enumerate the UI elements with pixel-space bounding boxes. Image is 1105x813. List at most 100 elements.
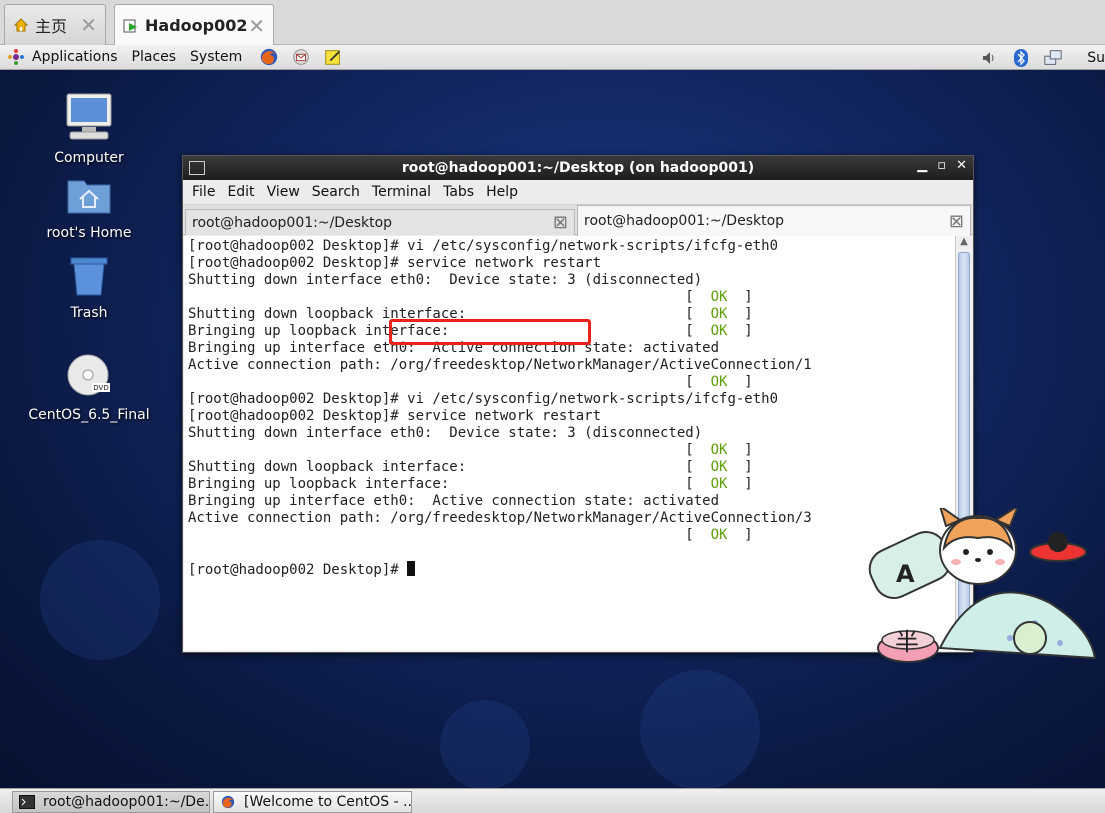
terminal-line: Bringing up interface eth0: Active conne…: [188, 493, 956, 510]
top-panel: Applications Places System Su: [0, 45, 1105, 70]
terminal-icon: [189, 161, 205, 175]
desktop-icon-label: Trash: [70, 305, 108, 321]
panel-clock[interactable]: Su: [1087, 50, 1105, 66]
menu-file[interactable]: File: [186, 184, 221, 200]
shiba-sticker: 半 A: [868, 508, 1097, 663]
terminal-line-text: Shutting down loopback interface: [: [188, 459, 711, 475]
terminal-line: [root@hadoop002 Desktop]# service networ…: [188, 255, 956, 272]
window-title: root@hadoop001:~/Desktop (on hadoop001): [401, 160, 755, 176]
dvd-badge: DVD: [93, 384, 108, 392]
terminal-line-text: [: [188, 374, 711, 390]
terminal-window[interactable]: root@hadoop001:~/Desktop (on hadoop001) …: [182, 155, 974, 653]
menu-places[interactable]: Places: [125, 49, 184, 65]
terminal-line-text: Bringing up loopback interface: [: [188, 476, 711, 492]
terminal-line-text: Active connection path: /org/freedesktop…: [188, 510, 812, 526]
taskbar-terminal[interactable]: root@hadoop001:~/De...: [12, 791, 210, 813]
desktop-icon-trash[interactable]: Trash: [19, 255, 159, 321]
terminal-line-text: [: [188, 289, 711, 305]
maximize-icon[interactable]: ▫: [937, 158, 946, 173]
terminal-line: Active connection path: /org/freedesktop…: [188, 510, 956, 527]
terminal-line-text: [: [188, 442, 711, 458]
vm-tab-bar: 主页 ✕ Hadoop002 ✕: [0, 0, 1105, 46]
bowl-char: 半: [895, 628, 919, 656]
vm-tab-hadoop002[interactable]: Hadoop002 ✕: [114, 4, 274, 46]
status-bracket: ]: [727, 374, 753, 390]
desktop-icon-dvd[interactable]: DVD CentOS_6.5_Final: [19, 353, 159, 423]
taskbar-firefox-label: [Welcome to CentOS - ...: [244, 794, 412, 810]
computer-icon: [66, 93, 112, 140]
terminal-line: [ OK ]: [188, 527, 956, 544]
status-ok: OK: [710, 306, 728, 322]
terminal-tab-2[interactable]: root@hadoop001:~/Desktop ⊠: [577, 205, 971, 236]
sticker-letter: A: [896, 560, 915, 588]
desktop-icon-label: root's Home: [46, 225, 132, 241]
desktop-icon-home[interactable]: root's Home: [19, 175, 159, 241]
terminal-tab-bar: root@hadoop001:~/Desktop ⊠ root@hadoop00…: [183, 205, 973, 236]
menu-terminal[interactable]: Terminal: [366, 184, 437, 200]
firefox-icon[interactable]: [259, 47, 279, 67]
window-titlebar[interactable]: root@hadoop001:~/Desktop (on hadoop001) …: [183, 156, 973, 180]
scroll-up-icon[interactable]: ▲: [956, 236, 972, 251]
close-icon[interactable]: ✕: [248, 16, 265, 36]
terminal-line: Shutting down interface eth0: Device sta…: [188, 272, 956, 289]
terminal-tab-1[interactable]: root@hadoop001:~/Desktop ⊠: [185, 209, 575, 235]
home-icon: [13, 18, 29, 32]
status-ok: OK: [710, 374, 728, 390]
status-bracket: ]: [727, 442, 753, 458]
background-bubble: [440, 700, 530, 788]
menu-search[interactable]: Search: [306, 184, 366, 200]
terminal-line: [ OK ]: [188, 442, 956, 459]
terminal-line: Bringing up loopback interface: [ OK ]: [188, 476, 956, 493]
menu-edit[interactable]: Edit: [221, 184, 260, 200]
desktop-icon-computer[interactable]: Computer: [19, 92, 159, 166]
status-bracket: ]: [727, 459, 753, 475]
bottom-taskbar: root@hadoop001:~/De... [Welcome to CentO…: [0, 788, 1105, 813]
email-icon[interactable]: [291, 47, 311, 67]
desktop-icon-label: Computer: [54, 150, 124, 166]
terminal-tab-label: root@hadoop001:~/Desktop: [584, 213, 785, 229]
status-bracket: ]: [727, 527, 753, 543]
bluetooth-icon[interactable]: [1011, 48, 1031, 68]
status-ok: OK: [710, 476, 728, 492]
menu-tabs[interactable]: Tabs: [437, 184, 480, 200]
close-icon[interactable]: ✕: [956, 158, 967, 173]
background-bubble: [640, 670, 760, 788]
trash-icon: [70, 257, 108, 296]
terminal-line: [root@hadoop002 Desktop]# vi /etc/syscon…: [188, 391, 956, 408]
background-bubble: [40, 540, 160, 660]
close-icon[interactable]: ✕: [80, 15, 97, 35]
terminal-line-text: [root@hadoop002 Desktop]# service networ…: [188, 408, 602, 424]
vm-running-icon: [123, 19, 137, 32]
terminal-line: [root@hadoop002 Desktop]# vi /etc/syscon…: [188, 238, 956, 255]
status-bracket: ]: [727, 476, 753, 492]
status-ok: OK: [710, 442, 728, 458]
terminal-line-text: [root@hadoop002 Desktop]# vi /etc/syscon…: [188, 238, 779, 254]
status-bracket: ]: [727, 306, 753, 322]
vm-tab-home[interactable]: 主页 ✕: [4, 4, 106, 45]
status-ok: OK: [710, 289, 728, 305]
close-icon[interactable]: ⊠: [553, 212, 568, 233]
menu-help[interactable]: Help: [480, 184, 524, 200]
minimize-icon[interactable]: ▁: [917, 158, 927, 173]
close-icon[interactable]: ⊠: [949, 211, 964, 232]
terminal-line: Shutting down loopback interface: [ OK ]: [188, 459, 956, 476]
menu-applications[interactable]: Applications: [32, 49, 125, 65]
taskbar-firefox[interactable]: [Welcome to CentOS - ...: [213, 791, 412, 813]
notes-icon[interactable]: [323, 47, 343, 67]
terminal-icon: [19, 795, 35, 809]
terminal-line-text: [root@hadoop002 Desktop]# vi /etc/syscon…: [188, 391, 779, 407]
network-icon[interactable]: [1043, 48, 1063, 68]
menu-view[interactable]: View: [261, 184, 306, 200]
vm-tab-hadoop002-label: Hadoop002: [145, 16, 248, 35]
terminal-line-text: Active connection path: /org/freedesktop…: [188, 357, 812, 373]
volume-icon[interactable]: [979, 48, 999, 68]
terminal-output[interactable]: [root@hadoop002 Desktop]# vi /etc/syscon…: [184, 236, 956, 651]
terminal-line: Active connection path: /org/freedesktop…: [188, 357, 956, 374]
terminal-menubar: File Edit View Search Terminal Tabs Help: [183, 180, 973, 205]
firefox-icon: [221, 795, 235, 809]
status-ok: OK: [710, 459, 728, 475]
text-cursor: [407, 561, 416, 576]
menu-system[interactable]: System: [183, 49, 249, 65]
terminal-line-text: Bringing up interface eth0: Active conne…: [188, 493, 720, 509]
